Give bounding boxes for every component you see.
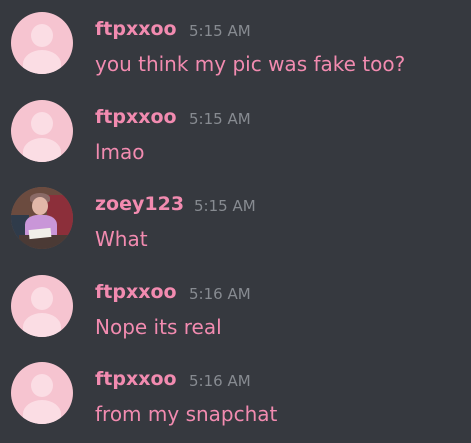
default-avatar-icon[interactable] xyxy=(11,362,73,424)
message-username[interactable]: ftpxxoo xyxy=(95,18,177,40)
message-text: Nope its real xyxy=(95,315,222,339)
message-timestamp: 5:15 AM xyxy=(189,110,251,128)
message-text: lmao xyxy=(95,140,145,164)
message-item: zoey123 5:15 AM What xyxy=(0,187,471,274)
default-avatar-icon[interactable] xyxy=(11,275,73,337)
message-username[interactable]: zoey123 xyxy=(95,193,184,215)
message-item: ftpxxoo 5:15 AM lmao xyxy=(0,100,471,187)
message-timestamp: 5:16 AM xyxy=(189,285,251,303)
message-timestamp: 5:15 AM xyxy=(194,197,256,215)
message-item: ftpxxoo 5:16 AM Nope its real xyxy=(0,275,471,362)
default-avatar-icon[interactable] xyxy=(11,100,73,162)
message-text: you think my pic was fake too? xyxy=(95,52,406,76)
message-username[interactable]: ftpxxoo xyxy=(95,281,177,303)
profile-photo-avatar[interactable] xyxy=(11,187,73,249)
message-timestamp: 5:15 AM xyxy=(189,22,251,40)
default-avatar-icon[interactable] xyxy=(11,12,73,74)
message-username[interactable]: ftpxxoo xyxy=(95,368,177,390)
message-item: ftpxxoo 5:15 AM you think my pic was fak… xyxy=(0,12,471,99)
message-username[interactable]: ftpxxoo xyxy=(95,106,177,128)
message-text: What xyxy=(95,227,148,251)
message-item: ftpxxoo 5:16 AM from my snapchat xyxy=(0,362,471,443)
message-text: from my snapchat xyxy=(95,402,278,426)
chat-message-list: ftpxxoo 5:15 AM you think my pic was fak… xyxy=(0,0,471,443)
message-timestamp: 5:16 AM xyxy=(189,372,251,390)
